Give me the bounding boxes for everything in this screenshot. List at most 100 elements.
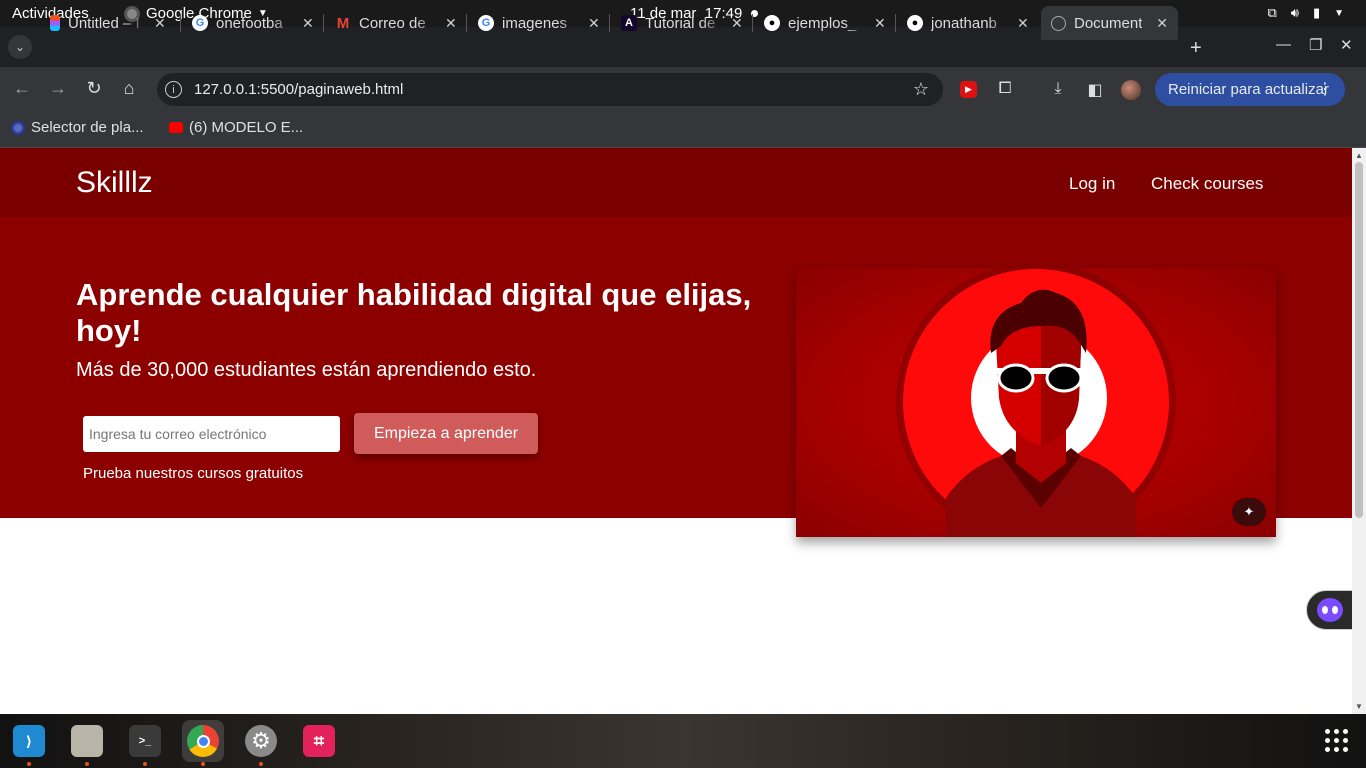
tab-separator xyxy=(609,14,610,32)
system-tray[interactable]: ⧉ 🔊︎ ▮ ▼ xyxy=(1267,5,1344,21)
tab-ejemplos[interactable]: ● ejemplos_ ✕ xyxy=(764,6,886,40)
google-icon: G xyxy=(192,15,208,31)
assistant-face-icon xyxy=(1317,598,1343,622)
site-info-icon[interactable]: i xyxy=(165,81,182,98)
dock-screenshot[interactable]: ⌗ xyxy=(298,720,340,762)
gmail-icon: M xyxy=(336,14,350,32)
youtube-icon xyxy=(169,122,183,133)
maximize-button[interactable]: ❐ xyxy=(1309,36,1322,54)
tab-untitled[interactable]: Untitled – I ✕ xyxy=(50,6,166,40)
volume-icon: 🔊︎ xyxy=(1290,5,1299,20)
email-input[interactable] xyxy=(83,416,340,452)
site-navbar: Skilllz Log in Check courses xyxy=(0,148,1352,217)
selector-icon xyxy=(11,120,25,135)
bookmark-modelo[interactable]: (6) MODELO E... xyxy=(169,119,303,136)
tab-title: Document xyxy=(1074,14,1143,32)
back-button[interactable]: ← xyxy=(10,78,34,99)
settings-icon: ⚙ xyxy=(245,725,277,757)
dock-terminal[interactable]: >_ xyxy=(124,720,166,766)
forward-button[interactable]: → xyxy=(46,78,70,99)
close-icon[interactable]: ✕ xyxy=(302,15,314,32)
update-button-label: Reiniciar para actualizar xyxy=(1168,81,1329,98)
bookmarks-bar: Selector de pla... (6) MODELO E... xyxy=(0,112,1366,148)
site-logo[interactable]: Skilllz xyxy=(76,166,153,200)
scrollbar-thumb[interactable] xyxy=(1355,162,1363,518)
figma-icon xyxy=(50,15,60,31)
dock-files[interactable] xyxy=(66,720,108,766)
close-icon[interactable]: ✕ xyxy=(874,15,886,32)
hero-subtitle: Más de 30,000 estudiantes están aprendie… xyxy=(76,359,537,381)
tab-separator xyxy=(895,14,896,32)
page-viewport: Skilllz Log in Check courses Aprende cua… xyxy=(0,148,1352,714)
close-icon[interactable]: ✕ xyxy=(731,15,743,32)
battery-icon: ▮ xyxy=(1312,5,1321,20)
login-link[interactable]: Log in xyxy=(1069,174,1115,194)
man-with-sunglasses-illustration xyxy=(896,268,1176,537)
close-window-button[interactable]: ✕ xyxy=(1340,36,1353,54)
tab-separator xyxy=(180,14,181,32)
tab-title: Untitled – I xyxy=(68,14,140,32)
show-apps-icon[interactable] xyxy=(1325,729,1348,752)
tab-search-button[interactable]: ⌄ xyxy=(8,35,32,59)
magic-wand-icon[interactable]: ✦ xyxy=(1232,498,1266,526)
update-button[interactable]: Reiniciar para actualizar ⋮ xyxy=(1155,73,1345,106)
hero-image xyxy=(796,268,1276,537)
github-icon: ● xyxy=(907,15,923,31)
url-text[interactable]: 127.0.0.1:5500/paginaweb.html xyxy=(194,81,403,98)
dock-settings[interactable]: ⚙ xyxy=(240,720,282,766)
bookmark-label: (6) MODELO E... xyxy=(189,119,304,136)
tab-onefootball[interactable]: G onefootba ✕ xyxy=(192,6,314,40)
extensions-puzzle-icon[interactable]: ⧠ xyxy=(995,80,1015,100)
new-tab-button[interactable]: + xyxy=(1190,37,1202,60)
running-indicator xyxy=(259,762,263,766)
tab-imagenes[interactable]: G imagenes ✕ xyxy=(478,6,600,40)
page-scrollbar[interactable]: ▲ ▼ xyxy=(1352,148,1366,714)
menu-dots-icon[interactable]: ⋮ xyxy=(1317,79,1333,99)
side-panel-icon[interactable]: ◧ xyxy=(1085,80,1105,100)
profile-avatar[interactable] xyxy=(1121,80,1141,100)
astro-icon: A xyxy=(621,15,637,31)
free-courses-link[interactable]: Prueba nuestros cursos gratuitos xyxy=(83,465,303,482)
chrome-icon xyxy=(187,725,219,757)
running-indicator xyxy=(143,762,147,766)
extension-icon[interactable]: ▶ xyxy=(960,81,977,98)
screenshot-icon: ⌗ xyxy=(303,725,335,757)
close-icon[interactable]: ✕ xyxy=(445,15,457,32)
tab-title: onefootba xyxy=(216,14,283,32)
google-icon: G xyxy=(478,15,494,31)
github-icon: ● xyxy=(764,15,780,31)
minimize-button[interactable]: — xyxy=(1276,36,1291,53)
tab-document[interactable]: Document ✕ xyxy=(1041,6,1178,40)
dock: ⟩ >_ ⚙ ⌗ xyxy=(0,714,1366,768)
dock-vscode[interactable]: ⟩ xyxy=(8,720,50,766)
tab-title: Tutorial de xyxy=(645,14,716,32)
reload-button[interactable]: ↻ xyxy=(82,78,106,99)
tab-title: imagenes xyxy=(502,14,568,32)
check-courses-link[interactable]: Check courses xyxy=(1151,174,1263,194)
bookmark-selector[interactable]: Selector de pla... xyxy=(11,119,144,136)
tab-jonathanb[interactable]: ● jonathanb ✕ xyxy=(907,6,1029,40)
close-icon[interactable]: ✕ xyxy=(588,15,600,32)
chevron-down-icon: ▼ xyxy=(1334,7,1344,19)
close-icon[interactable]: ✕ xyxy=(154,15,166,32)
tab-gmail[interactable]: M Correo de ✕ xyxy=(335,6,457,40)
bookmark-star-icon[interactable]: ☆ xyxy=(913,79,929,100)
scroll-down-arrow[interactable]: ▼ xyxy=(1355,702,1363,711)
download-icon[interactable]: ⤓ xyxy=(1048,80,1068,100)
assistant-button[interactable] xyxy=(1306,590,1352,630)
vscode-icon: ⟩ xyxy=(13,725,45,757)
network-icon: ⧉ xyxy=(1267,5,1277,20)
globe-icon xyxy=(1051,15,1066,31)
tab-separator xyxy=(466,14,467,32)
address-bar[interactable]: i 127.0.0.1:5500/paginaweb.html ☆ xyxy=(157,73,943,106)
bookmark-label: Selector de pla... xyxy=(31,119,144,136)
home-button[interactable]: ⌂ xyxy=(117,78,141,99)
close-icon[interactable]: ✕ xyxy=(1017,15,1029,32)
close-icon[interactable]: ✕ xyxy=(1156,15,1168,32)
tab-separator xyxy=(323,14,324,32)
tab-tutorial[interactable]: A Tutorial de ✕ xyxy=(621,6,743,40)
scroll-up-arrow[interactable]: ▲ xyxy=(1355,151,1363,160)
start-learning-button[interactable]: Empieza a aprender xyxy=(354,413,538,454)
tab-title: Correo de xyxy=(359,14,426,32)
dock-chrome[interactable] xyxy=(182,720,224,766)
